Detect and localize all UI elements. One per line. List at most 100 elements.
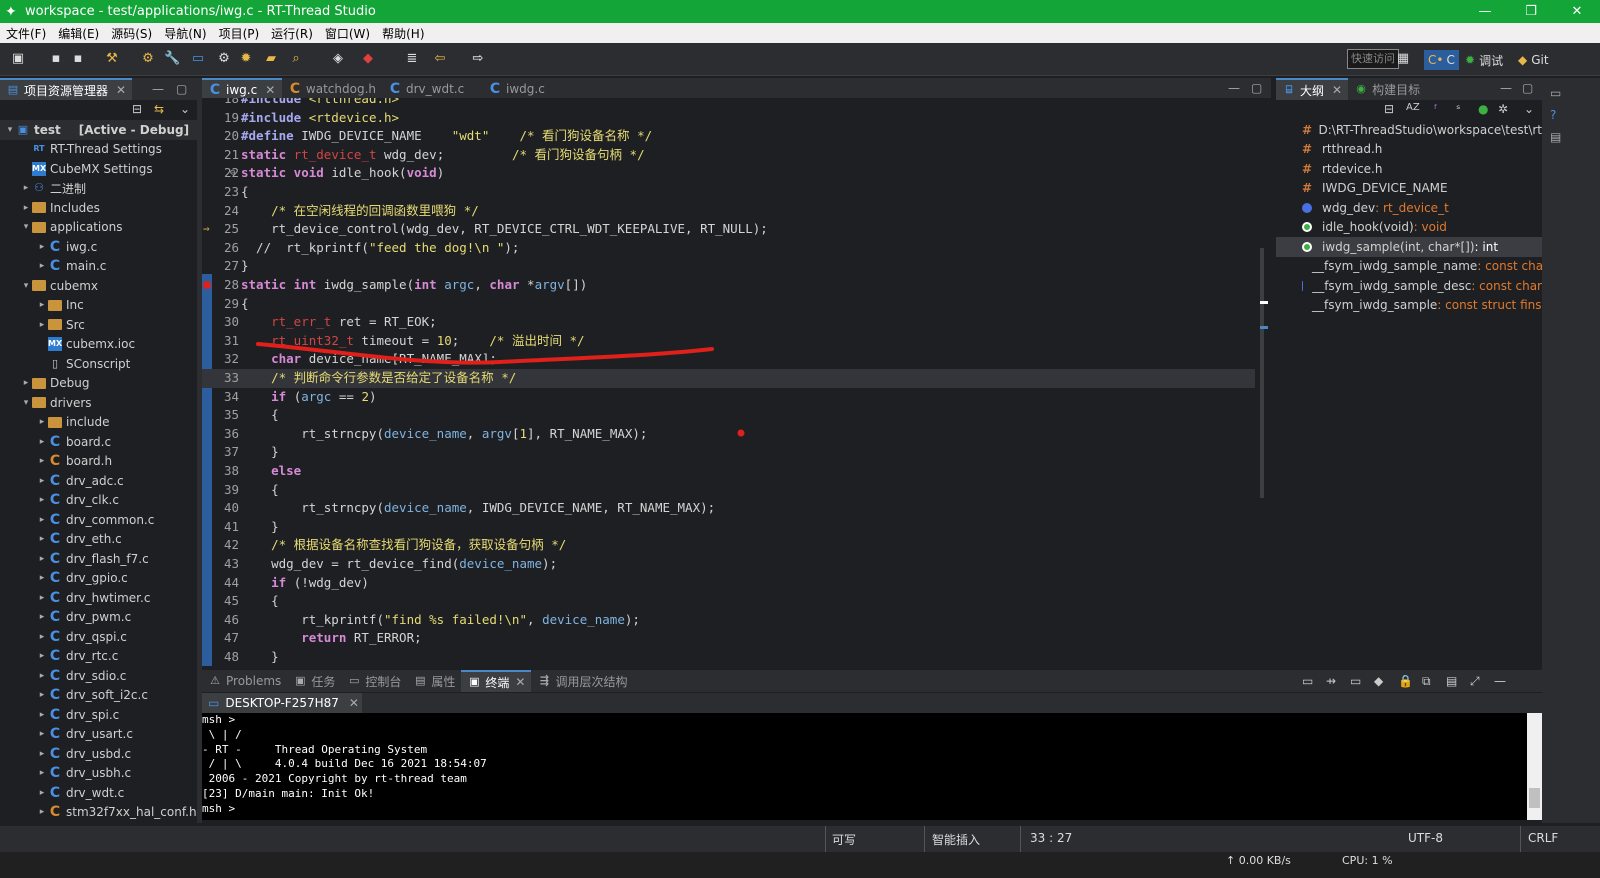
collapse-arrow-icon[interactable]: ▸	[36, 729, 48, 739]
terminal-output[interactable]: msh > \ | / - RT - Thread Operating Syste…	[202, 713, 1527, 820]
sort-icon[interactable]: AZ	[1406, 102, 1420, 113]
tree-item[interactable]: ▾ ▣ test [Active - Debug]	[0, 120, 197, 140]
view-menu-icon[interactable]: ⌄	[1524, 102, 1534, 116]
line-ending-status[interactable]: CRLF	[1528, 831, 1558, 845]
build-icon[interactable]: ⚒	[104, 51, 120, 67]
tree-item[interactable]: ▯ SConscript	[0, 354, 197, 374]
close-icon[interactable]: ✕	[1332, 83, 1342, 97]
expand-arrow-icon[interactable]: ▾	[20, 398, 32, 408]
menu-item[interactable]: 项目(P)	[213, 25, 266, 42]
save-icon[interactable]: ▪	[48, 51, 64, 67]
close-icon[interactable]: ✕	[349, 696, 359, 710]
tree-item[interactable]: ▸ Cdrv_usbh.c	[0, 764, 197, 784]
menu-item[interactable]: 导航(N)	[158, 25, 212, 42]
package-icon[interactable]: ◈	[330, 51, 346, 67]
tab-project-explorer[interactable]: ▤ 项目资源管理器 ✕	[0, 78, 133, 100]
menu-item[interactable]: 文件(F)	[0, 25, 52, 42]
tree-item[interactable]: ▸ Cmain.c	[0, 257, 197, 277]
outline-maximize-icon[interactable]: ▢	[1522, 81, 1533, 95]
c-perspective-button[interactable]: C• C	[1424, 50, 1459, 70]
view-menu-icon[interactable]: —	[1494, 674, 1506, 688]
tree-item[interactable]: ▸ include	[0, 413, 197, 433]
close-button[interactable]: ✕	[1554, 0, 1600, 23]
tree-item[interactable]: ▸ Cdrv_rtc.c	[0, 647, 197, 667]
collapse-arrow-icon[interactable]: ▸	[36, 300, 48, 310]
tree-item[interactable]: ▸ Cboard.h	[0, 452, 197, 472]
paste-icon[interactable]: ▤	[1446, 674, 1457, 688]
menu-item[interactable]: 运行(R)	[265, 25, 319, 42]
tree-item[interactable]: ▸ Debug	[0, 374, 197, 394]
collapse-arrow-icon[interactable]: ▸	[36, 261, 48, 271]
tab-console[interactable]: ▭ 控制台	[341, 670, 407, 692]
minimize-icon[interactable]: —	[152, 82, 164, 96]
collapse-arrow-icon[interactable]: ▸	[36, 534, 48, 544]
collapse-arrow-icon[interactable]: ▸	[36, 417, 48, 427]
tree-item[interactable]: ▾ drivers	[0, 393, 197, 413]
editor-tab[interactable]: Ciwdg.c	[482, 78, 582, 100]
back-arrow-icon[interactable]: ⇦	[432, 51, 448, 67]
open-perspective-icon[interactable]: ▦	[1395, 51, 1411, 67]
hide-nonpublic-icon[interactable]: ●	[1478, 102, 1488, 116]
collapse-arrow-icon[interactable]: ▸	[36, 651, 48, 661]
menu-item[interactable]: 源码(S)	[105, 25, 158, 42]
tree-item[interactable]: MX cubemx.ioc	[0, 335, 197, 355]
collapse-arrow-icon[interactable]: ▸	[36, 437, 48, 447]
collapse-arrow-icon[interactable]: ▸	[36, 710, 48, 720]
clear-icon[interactable]: ◆	[1374, 674, 1383, 688]
tree-item[interactable]: ▸ Cdrv_wdt.c	[0, 783, 197, 803]
tree-item[interactable]: ▸ ⚇ 二进制	[0, 179, 197, 199]
menu-item[interactable]: 帮助(H)	[376, 25, 430, 42]
fold-icon[interactable]: ⊖	[230, 164, 235, 183]
outline-item[interactable]: # IWDG_DEVICE_NAME	[1276, 179, 1542, 199]
encoding-status[interactable]: UTF-8	[1408, 831, 1443, 845]
tree-item[interactable]: ▸ Cdrv_spi.c	[0, 705, 197, 725]
collapse-arrow-icon[interactable]: ▸	[36, 242, 48, 252]
terminal-icon[interactable]: ▭	[190, 51, 206, 67]
tree-item[interactable]: ▸ Ciwg.c	[0, 237, 197, 257]
tree-item[interactable]: ▸ Cdrv_pwm.c	[0, 608, 197, 628]
editor-tab[interactable]: Ciwg.c ✕	[202, 78, 282, 100]
collapse-arrow-icon[interactable]: ▸	[36, 320, 48, 330]
collapse-arrow-icon[interactable]: ▸	[36, 593, 48, 603]
download-icon[interactable]: ⚙	[140, 51, 156, 67]
expand-arrow-icon[interactable]: ▾	[4, 125, 16, 135]
outline-item[interactable]: __fsym_iwdg_sample_name : const cha	[1276, 257, 1542, 277]
collapse-arrow-icon[interactable]: ▸	[36, 554, 48, 564]
tree-item[interactable]: ▸ Cdrv_soft_i2c.c	[0, 686, 197, 706]
collapse-arrow-icon[interactable]: ▸	[36, 807, 48, 817]
tree-item[interactable]: ▸ Cboard.c	[0, 432, 197, 452]
tree-item[interactable]: RT RT-Thread Settings	[0, 140, 197, 160]
collapse-arrow-icon[interactable]: ▸	[36, 788, 48, 798]
disconnect-icon[interactable]: ⇸	[1326, 674, 1336, 688]
collapse-arrow-icon[interactable]: ▸	[36, 671, 48, 681]
outline-item[interactable]: # D:\RT-ThreadStudio\workspace\test\rt	[1276, 120, 1542, 140]
collapse-arrow-icon[interactable]: ▸	[36, 690, 48, 700]
search-icon[interactable]: ⌕	[288, 51, 304, 67]
collapse-all-icon[interactable]: ⊟	[132, 102, 142, 116]
save-all-icon[interactable]: ▪	[70, 51, 86, 67]
open-folder-icon[interactable]: ▰	[263, 51, 279, 67]
tree-item[interactable]: ▸ Cdrv_qspi.c	[0, 627, 197, 647]
tree-item[interactable]: ▾ applications	[0, 218, 197, 238]
tab-problems[interactable]: ⚠ Problems	[202, 670, 287, 692]
tree-item[interactable]: ▾ cubemx	[0, 276, 197, 296]
expand-arrow-icon[interactable]: ▾	[20, 281, 32, 291]
close-icon[interactable]: ✕	[515, 675, 525, 689]
tab-outline[interactable]: ⌸ 大纲 ✕	[1276, 78, 1349, 100]
tab-call-hierarchy[interactable]: ⇶ 调用层次结构	[531, 670, 633, 692]
sdk-manager-icon[interactable]: ◆	[360, 51, 376, 67]
gear-icon[interactable]: ⚙	[216, 51, 232, 67]
outline-minimize-icon[interactable]: —	[1500, 81, 1512, 95]
forward-arrow-icon[interactable]: ⇨	[470, 51, 486, 67]
editor-minimize-icon[interactable]: —	[1228, 81, 1240, 95]
tree-item[interactable]: ▸ Cdrv_clk.c	[0, 491, 197, 511]
open-terminal-icon[interactable]: ▭	[1302, 674, 1313, 688]
code-editor[interactable]: 18 #include <rtthread.h> 19 #include <rtdev…	[202, 98, 1255, 666]
hide-static-icon[interactable]: ˢ	[1456, 102, 1460, 116]
tab-terminal[interactable]: ▣ 终端 ✕	[461, 670, 532, 692]
outline-item[interactable]: __fsym_iwdg_sample : const struct finsh	[1276, 296, 1542, 316]
outline-item[interactable]: idle_hook(void) : void	[1276, 218, 1542, 238]
maximize-icon[interactable]: ▢	[176, 82, 187, 96]
tree-item[interactable]: ▸ Cdrv_usart.c	[0, 725, 197, 745]
minimize-button[interactable]: —	[1462, 0, 1508, 23]
